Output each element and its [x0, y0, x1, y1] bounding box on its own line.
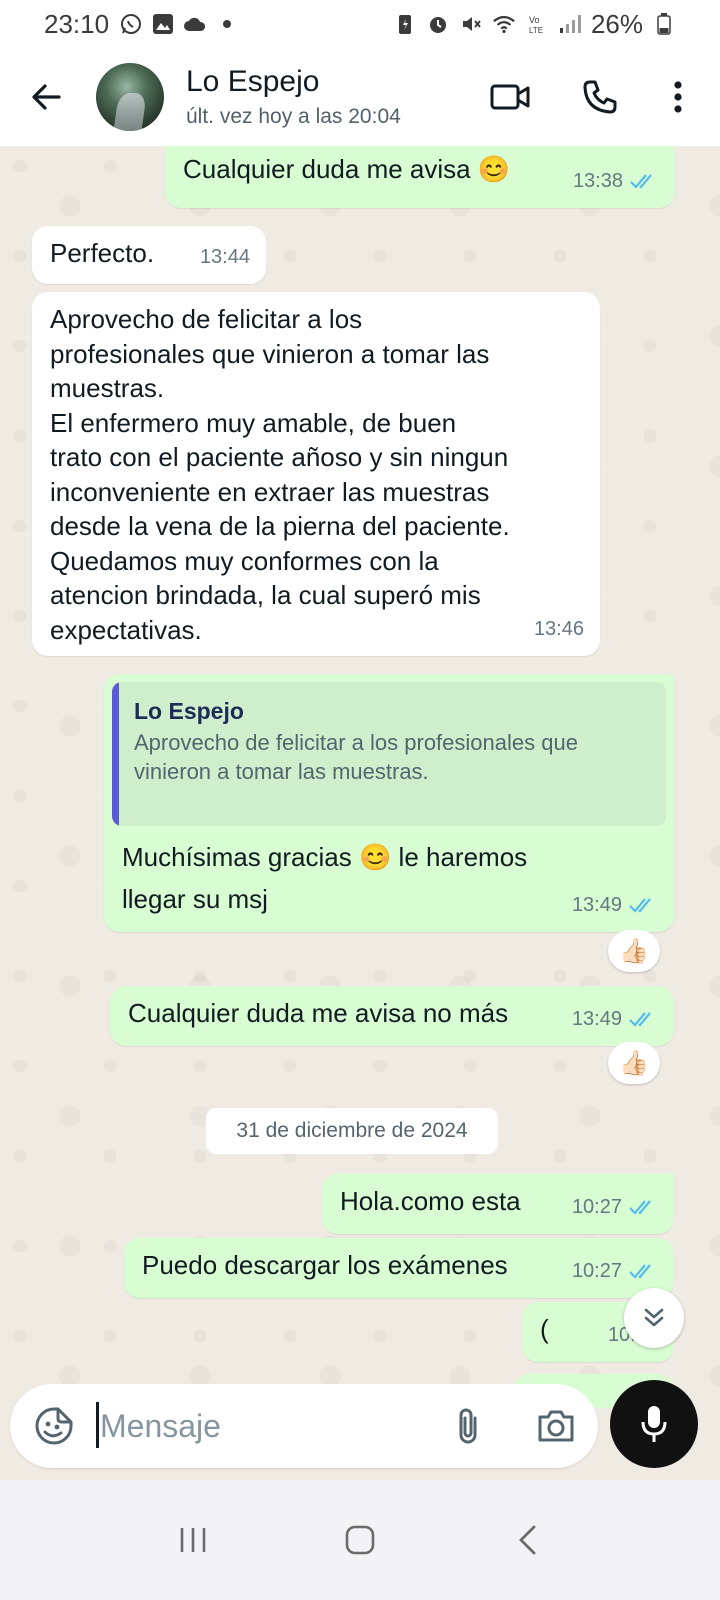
quoted-message[interactable]: Lo Espejo Aprovecho de felicitar a los p…: [112, 682, 666, 826]
svg-text:Vo: Vo: [529, 15, 540, 25]
text-cursor: [96, 1402, 99, 1448]
message-outgoing[interactable]: Puedo descargar los exámenes 10:27: [124, 1238, 674, 1298]
video-camera-icon: [490, 84, 530, 110]
read-receipt-icon: [628, 1010, 658, 1028]
quoted-text: Aprovecho de felicitar a los profesional…: [134, 730, 588, 790]
message-time: 13:49: [571, 893, 622, 916]
message-input[interactable]: [100, 1396, 420, 1456]
read-receipt-icon: [629, 172, 659, 190]
alarm-icon: [426, 12, 450, 36]
status-time: 23:10: [44, 8, 110, 39]
read-receipt-icon: [628, 896, 658, 914]
voice-call-button[interactable]: [574, 71, 626, 123]
scroll-to-bottom-button[interactable]: [624, 1288, 684, 1348]
sticker-icon: [35, 1407, 73, 1445]
paperclip-icon: [459, 1408, 477, 1444]
message-outgoing[interactable]: Cualquier duda me avisa 😊 13:38: [165, 146, 675, 208]
recent-apps-button[interactable]: [163, 1510, 223, 1570]
video-call-button[interactable]: [484, 71, 536, 123]
message-text: Puedo descargar los exámenes: [142, 1250, 508, 1280]
camera-icon: [538, 1410, 574, 1442]
status-bar: 23:10 Vo LTE 26%: [0, 0, 720, 48]
message-text: Hola.como esta: [340, 1186, 521, 1216]
contact-info[interactable]: Lo Espejo últ. vez hoy a las 20:04: [186, 65, 401, 129]
reaction-thumbs-up[interactable]: 👍🏻: [608, 930, 660, 972]
recent-apps-icon: [181, 1528, 206, 1552]
message-outgoing[interactable]: Hola.como esta 10:27: [322, 1174, 674, 1234]
message-text: Perfecto.: [50, 238, 155, 268]
message-input-container: [10, 1384, 598, 1468]
mute-icon: [459, 12, 483, 36]
battery-icon: [652, 12, 676, 36]
double-chevron-down-icon: [644, 1308, 664, 1327]
message-text: Cualquier duda me avisa no más: [128, 998, 509, 1028]
message-text: Muchísimas gracias 😊 le haremos llegar s…: [122, 842, 528, 914]
date-divider: 31 de diciembre de 2024: [206, 1108, 498, 1154]
quoted-author: Lo Espejo: [134, 698, 244, 724]
battery-percent: 26%: [590, 8, 643, 39]
microphone-icon: [641, 1406, 667, 1442]
arrow-left-icon: [32, 84, 61, 110]
signal-icon: [558, 12, 582, 36]
message-time: 13:46: [533, 617, 584, 640]
more-vertical-icon: [674, 81, 682, 113]
message-time: 13:44: [199, 245, 250, 268]
quote-bar: [112, 682, 119, 826]
more-notifications-dot-icon: [215, 12, 239, 36]
chat-messages[interactable]: Cualquier duda me avisa 😊 13:38 Perfecto…: [0, 146, 720, 1408]
reaction-thumbs-up[interactable]: 👍🏻: [608, 1042, 660, 1084]
battery-saver-icon: [393, 12, 417, 36]
avatar[interactable]: [96, 63, 164, 131]
contact-name: Lo Espejo: [186, 65, 320, 98]
last-seen: últ. vez hoy a las 20:04: [186, 105, 401, 128]
message-incoming[interactable]: Perfecto. 13:44: [32, 226, 266, 284]
system-back-button[interactable]: [497, 1510, 557, 1570]
message-time: 13:49: [571, 1007, 622, 1030]
attach-button[interactable]: [446, 1404, 490, 1448]
system-navigation-bar: [0, 1480, 720, 1600]
whatsapp-notification-icon: [119, 12, 143, 36]
chat-header: Lo Espejo últ. vez hoy a las 20:04: [0, 48, 720, 146]
message-composer: [0, 1368, 720, 1480]
message-text: Aprovecho de felicitar a los profesional…: [50, 304, 510, 645]
home-button[interactable]: [330, 1510, 390, 1570]
message-text: (: [540, 1314, 549, 1344]
camera-button[interactable]: [534, 1404, 578, 1448]
svg-text:LTE: LTE: [529, 26, 543, 35]
voice-message-button[interactable]: [610, 1380, 698, 1468]
read-receipt-icon: [628, 1262, 658, 1280]
sticker-emoji-button[interactable]: [32, 1404, 76, 1448]
message-outgoing-reply[interactable]: Lo Espejo Aprovecho de felicitar a los p…: [104, 674, 674, 932]
message-outgoing[interactable]: Cualquier duda me avisa no más 13:49: [110, 986, 674, 1046]
back-button[interactable]: [20, 71, 72, 123]
message-incoming[interactable]: Aprovecho de felicitar a los profesional…: [32, 292, 600, 656]
message-time: 10:27: [571, 1195, 622, 1218]
wifi-icon: [492, 12, 516, 36]
more-options-button[interactable]: [652, 71, 704, 123]
read-receipt-icon: [628, 1198, 658, 1216]
phone-icon: [583, 80, 617, 114]
cloud-notification-icon: [183, 12, 207, 36]
message-time: 10:27: [571, 1259, 622, 1282]
volte-icon: Vo LTE: [525, 12, 549, 36]
chevron-left-icon: [518, 1525, 536, 1555]
message-text: Cualquier duda me avisa 😊: [183, 154, 511, 184]
gallery-notification-icon: [151, 12, 175, 36]
message-time: 13:38: [572, 169, 623, 192]
home-icon: [345, 1525, 375, 1555]
